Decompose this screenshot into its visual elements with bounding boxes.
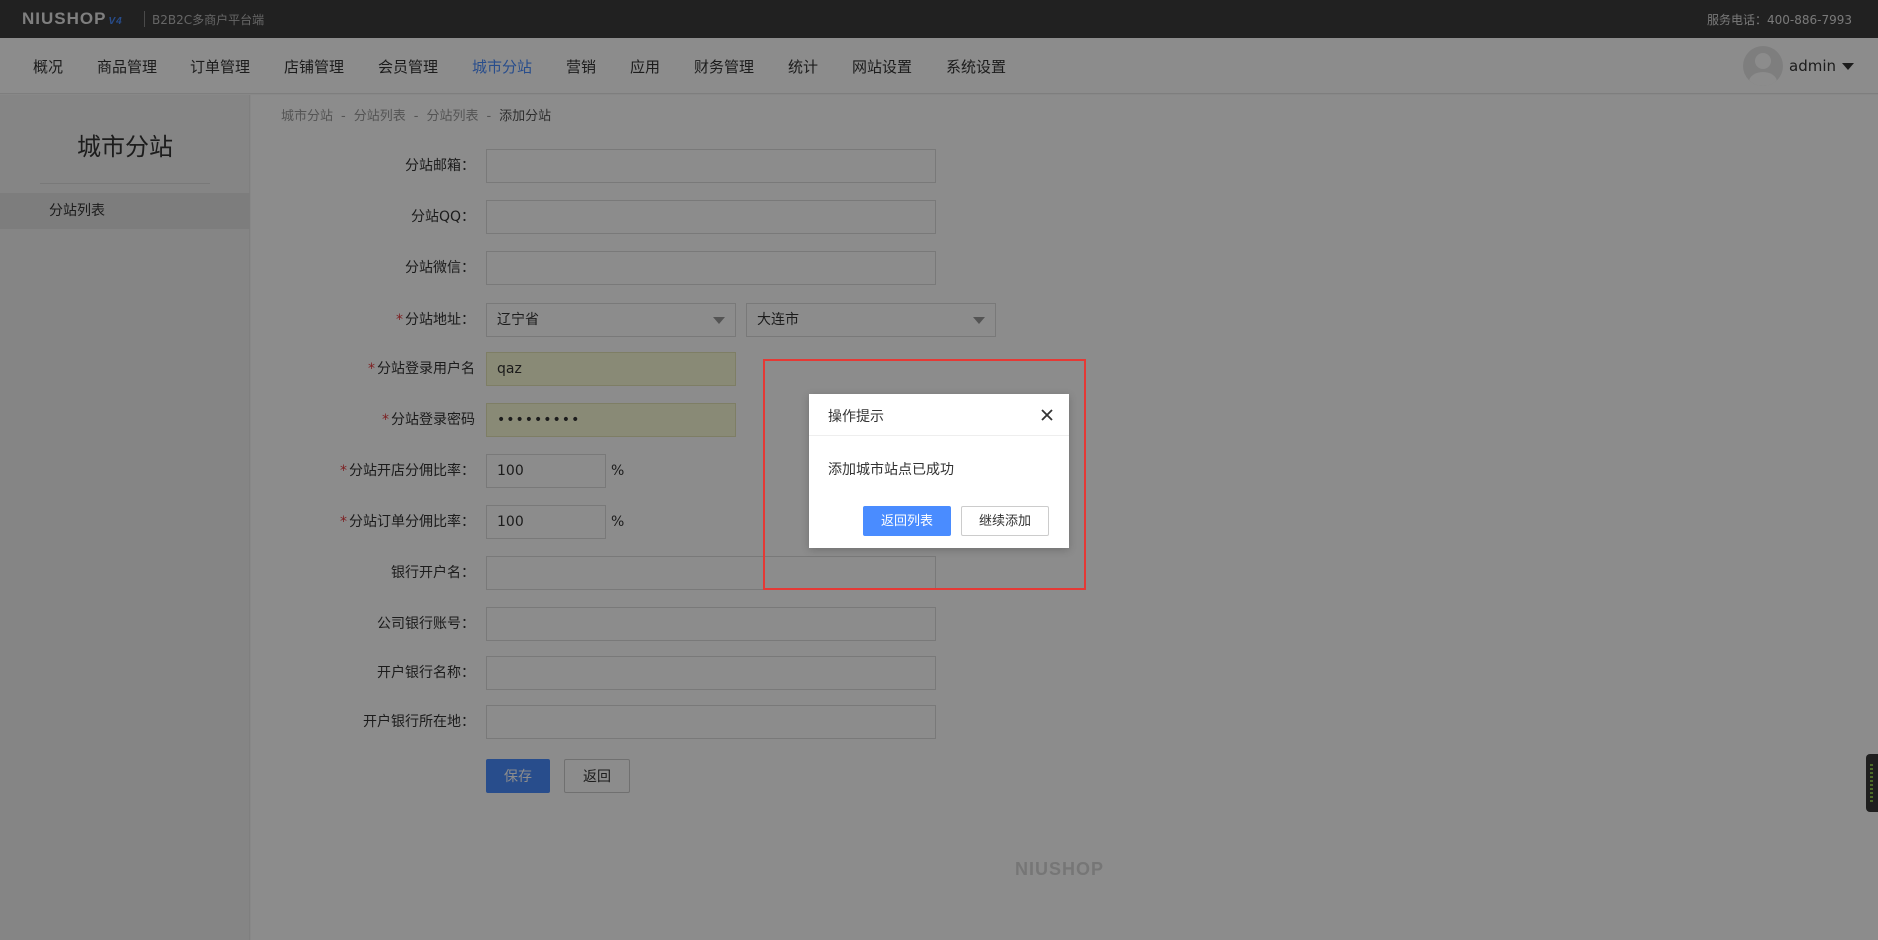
dialog-header: 操作提示 xyxy=(809,394,1069,436)
continue-adding-button[interactable]: 继续添加 xyxy=(961,506,1049,536)
close-icon[interactable] xyxy=(1037,405,1057,425)
dialog-message: 添加城市站点已成功 xyxy=(828,462,954,478)
operation-tip-dialog: 操作提示 添加城市站点已成功 返回列表 继续添加 xyxy=(809,394,1069,548)
dialog-title: 操作提示 xyxy=(828,409,884,425)
return-to-list-button[interactable]: 返回列表 xyxy=(863,506,951,536)
